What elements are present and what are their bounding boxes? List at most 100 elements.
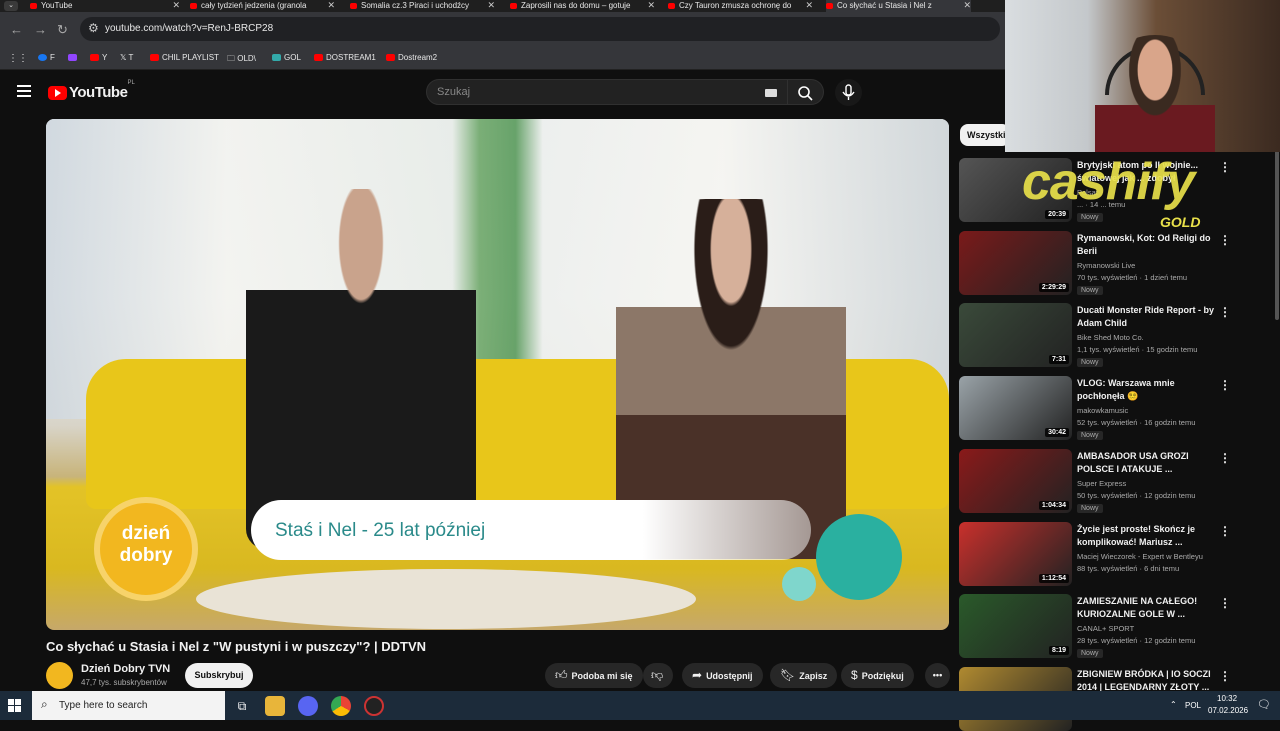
apps-grid-icon[interactable]: ⋮⋮ xyxy=(8,53,28,64)
windows-start-icon[interactable] xyxy=(8,699,22,713)
close-tab-icon[interactable]: ✕ xyxy=(487,0,495,11)
browser-toolbar: ← → ↻ ⚙ youtube.com/watch?v=RenJ-BRCP28 xyxy=(0,12,1005,46)
save-button[interactable]: 🔖︎ Zapisz xyxy=(770,663,838,688)
address-url: youtube.com/watch?v=RenJ-BRCP28 xyxy=(105,23,274,34)
sidebar-scrollbar[interactable] xyxy=(1275,150,1279,320)
more-vertical-icon[interactable]: ⋮ xyxy=(1219,596,1231,610)
tab-label: cały tydzień jedzenia (granola xyxy=(201,1,307,10)
channel-name[interactable]: Bike Shed Moto Co. xyxy=(1077,333,1144,342)
channel-name[interactable]: Super Express xyxy=(1077,479,1126,488)
recommendation-item[interactable]: 8:19 ZAMIESZANIE NA CAŁEGO! KURIOZALNE GO… xyxy=(959,594,1274,659)
tab-youtube[interactable]: YouTube ✕ xyxy=(30,0,180,12)
video-title[interactable]: Ducati Monster Ride Report - by Adam Chi… xyxy=(1077,304,1217,330)
more-vertical-icon[interactable]: ⋮ xyxy=(1219,524,1231,538)
video-thumbnail[interactable]: 30:42 xyxy=(959,376,1072,441)
tab-zaprosili[interactable]: Zaprosili nas do domu – gotuje ✕ xyxy=(510,0,655,12)
facebook-icon xyxy=(38,54,47,62)
file-explorer-icon[interactable] xyxy=(265,696,285,716)
recommendation-item[interactable]: 2:29:29 Rymanowski, Kot: Od Religi do Ber… xyxy=(959,230,1274,295)
video-thumbnail[interactable]: 7:31 xyxy=(959,303,1072,368)
video-title[interactable]: VLOG: Warszawa mnie pochłonęła 😵‍💫 xyxy=(1077,377,1217,403)
tab-granola[interactable]: cały tydzień jedzenia (granola ✕ xyxy=(190,0,335,12)
video-thumbnail[interactable]: 1:04:34 xyxy=(959,448,1072,513)
more-vertical-icon[interactable]: ⋮ xyxy=(1219,451,1231,465)
dzien-dobry-logo: dzień dobry xyxy=(94,497,198,601)
filter-chip-all[interactable]: Wszystkie xyxy=(960,124,1010,146)
notifications-icon[interactable]: 🗨 xyxy=(1257,698,1271,711)
chrome-icon[interactable] xyxy=(331,696,351,716)
task-view-icon[interactable]: ⧉ xyxy=(232,696,252,716)
video-thumbnail[interactable]: 1:12:54 xyxy=(959,521,1072,586)
video-title[interactable]: ZAMIESZANIE NA CAŁEGO! KURIOZALNE GOLE W… xyxy=(1077,595,1217,621)
channel-name[interactable]: Dzień Dobry TVN xyxy=(81,663,170,675)
voice-search-button[interactable] xyxy=(835,79,862,106)
site-info-icon[interactable]: ⚙ xyxy=(88,21,99,35)
video-title[interactable]: Rymanowski, Kot: Od Religi do Berii xyxy=(1077,232,1217,258)
reload-icon[interactable]: ↻ xyxy=(57,22,68,38)
tab-tauron[interactable]: Czy Tauron zmusza ochronę do ✕ xyxy=(668,0,813,12)
bookmark-old[interactable]: 🗀 OLD\ xyxy=(227,53,256,67)
discord-icon[interactable] xyxy=(298,696,318,716)
channel-name[interactable]: Rymanowski Live xyxy=(1077,261,1135,270)
youtube-logo[interactable]: YouTubePL xyxy=(48,80,135,102)
bookmark-dostream2[interactable]: Dostream2 xyxy=(386,53,437,62)
more-vertical-icon[interactable]: ⋮ xyxy=(1219,305,1231,319)
bookmark-dostream1[interactable]: DOSTREAM1 xyxy=(314,53,376,62)
recommendation-item[interactable]: 7:31 Ducati Monster Ride Report - by Adam… xyxy=(959,303,1274,368)
bookmark-f[interactable]: F xyxy=(38,53,55,62)
thanks-button[interactable]: $ Podziękuj xyxy=(841,663,914,688)
chevron-up-icon[interactable]: ⌃ xyxy=(1170,700,1177,709)
menu-icon[interactable] xyxy=(17,85,31,97)
bookmark-t[interactable]: 𝕏 T xyxy=(120,53,133,62)
search-button[interactable] xyxy=(788,79,824,105)
back-arrow-icon[interactable]: ← xyxy=(10,22,23,37)
close-tab-icon[interactable]: ✕ xyxy=(963,0,971,11)
lower-third-caption: Staś i Nel - 25 lat później xyxy=(251,500,811,560)
more-actions-button[interactable]: ••• xyxy=(925,663,950,688)
close-tab-icon[interactable]: ✕ xyxy=(805,0,813,11)
obs-icon[interactable] xyxy=(364,696,384,716)
more-vertical-icon[interactable]: ⋮ xyxy=(1219,378,1231,392)
video-player[interactable]: Staś i Nel - 25 lat później dzień dobry xyxy=(46,119,949,630)
video-title[interactable]: AMBASADOR USA GROZI POLSCE I ATAKUJE ... xyxy=(1077,450,1217,476)
address-bar[interactable]: ⚙ youtube.com/watch?v=RenJ-BRCP28 xyxy=(80,17,1000,41)
close-tab-icon[interactable]: ✕ xyxy=(172,0,180,11)
dislike-button[interactable]: 👎︎ xyxy=(643,663,673,688)
close-tab-icon[interactable]: ✕ xyxy=(327,0,335,11)
taskbar-search-input[interactable]: ⌕ Type here to search xyxy=(32,691,225,720)
bookmark-gol[interactable]: GOL xyxy=(272,53,301,62)
like-button[interactable]: 👍︎ Podoba mi się xyxy=(545,663,643,688)
more-vertical-icon[interactable]: ⋮ xyxy=(1219,233,1231,247)
subscribe-button[interactable]: Subskrybuj xyxy=(185,663,253,688)
bookmark-y[interactable]: Y xyxy=(90,53,107,62)
video-thumbnail[interactable]: 2:29:29 xyxy=(959,230,1072,295)
video-thumbnail[interactable]: 8:19 xyxy=(959,594,1072,659)
tab-active-video[interactable]: Co słychać u Stasia i Nel z ✕ xyxy=(826,0,971,12)
recommendation-item[interactable]: 1:12:54 Życie jest proste! Skończ je komp… xyxy=(959,521,1274,586)
clock-date[interactable]: 07.02.2026 xyxy=(1208,706,1248,715)
recommendation-item[interactable]: 30:42 VLOG: Warszawa mnie pochłonęła 😵‍💫 m… xyxy=(959,376,1274,441)
recommendation-item[interactable]: 1:04:34 AMBASADOR USA GROZI POLSCE I ATAK… xyxy=(959,448,1274,513)
video-title[interactable]: Życie jest proste! Skończ je komplikować… xyxy=(1077,523,1217,549)
microphone-icon xyxy=(842,84,855,100)
bookmark-twitch[interactable] xyxy=(68,53,80,62)
bookmark-chil-playlist[interactable]: CHIL PLAYLIST xyxy=(150,53,219,62)
video-title[interactable]: ZBIGNIEW BRÓDKA | IO SOCZI 2014 | LEGEND… xyxy=(1077,668,1217,694)
forward-arrow-icon[interactable]: → xyxy=(34,22,47,37)
language-indicator[interactable]: POL xyxy=(1185,701,1201,710)
channel-name[interactable]: Maciej Wieczorek - Expert w Bentleyu xyxy=(1077,552,1203,561)
share-button[interactable]: ➦ Udostępnij xyxy=(682,663,763,688)
new-badge: Nowy xyxy=(1077,503,1103,513)
tab-somalia[interactable]: Somalia cz.3 Piraci i uchodźcy ✕ xyxy=(350,0,495,12)
more-vertical-icon[interactable]: ⋮ xyxy=(1219,669,1231,683)
channel-avatar[interactable] xyxy=(46,662,73,689)
channel-name[interactable]: makowkamusic xyxy=(1077,406,1128,415)
tab-search-button[interactable]: ⌄ xyxy=(4,1,18,11)
streamer xyxy=(1095,35,1215,152)
channel-name[interactable]: CANAL+ SPORT xyxy=(1077,624,1134,633)
subscriber-count: 47,7 tys. subskrybentów xyxy=(81,678,167,687)
keyboard-icon[interactable] xyxy=(765,89,777,97)
search-input[interactable]: Szukaj xyxy=(426,79,788,105)
close-tab-icon[interactable]: ✕ xyxy=(647,0,655,11)
clock-time[interactable]: 10:32 xyxy=(1217,694,1237,703)
